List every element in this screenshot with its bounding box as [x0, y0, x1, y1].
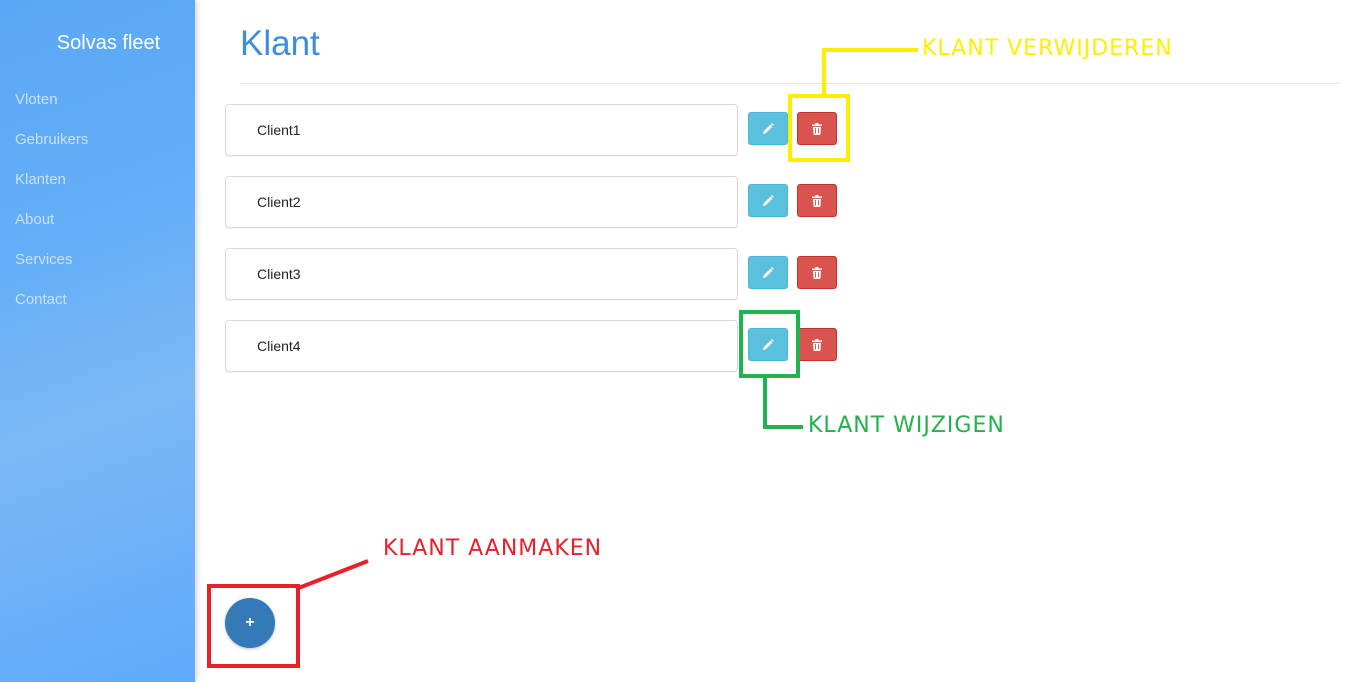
create-annotation-line: [295, 559, 369, 591]
edit-client-button[interactable]: [748, 112, 788, 145]
client-name-field: Client2: [225, 176, 738, 228]
client-name: Client2: [257, 194, 301, 210]
page-title: Klant: [240, 24, 320, 63]
pencil-icon: [763, 266, 774, 278]
delete-annotation-box: [788, 94, 850, 162]
sidebar-item-vloten[interactable]: Vloten: [15, 90, 88, 130]
pencil-icon: [763, 122, 774, 134]
client-name: Client3: [257, 266, 301, 282]
client-name-field: Client4: [225, 320, 738, 372]
delete-annotation-line: [822, 48, 918, 52]
edit-client-button[interactable]: [748, 256, 788, 289]
sidebar-item-klanten[interactable]: Klanten: [15, 170, 88, 210]
create-annotation-box: [207, 584, 300, 668]
pencil-icon: [763, 194, 774, 206]
sidebar-item-services[interactable]: Services: [15, 250, 88, 290]
delete-client-button[interactable]: [797, 256, 837, 289]
edit-annotation-label: KLANT WIJZIGEN: [808, 413, 1005, 438]
edit-annotation-box: [739, 310, 800, 378]
client-name-field: Client3: [225, 248, 738, 300]
delete-client-button[interactable]: [797, 328, 837, 361]
client-name: Client1: [257, 122, 301, 138]
create-annotation-label: KLANT AANMAKEN: [383, 536, 603, 561]
sidebar-item-gebruikers[interactable]: Gebruikers: [15, 130, 88, 170]
delete-client-button[interactable]: [797, 184, 837, 217]
title-divider: [240, 83, 1340, 84]
client-name-field: Client1: [225, 104, 738, 156]
trash-icon: [812, 194, 822, 207]
trash-icon: [812, 338, 822, 351]
delete-annotation-label: KLANT VERWIJDEREN: [922, 36, 1173, 61]
edit-annotation-line: [763, 376, 767, 429]
edit-annotation-line: [763, 425, 803, 429]
delete-annotation-line: [822, 48, 826, 96]
sidebar-nav: Vloten Gebruikers Klanten About Services…: [15, 90, 88, 330]
sidebar: Solvas fleet Vloten Gebruikers Klanten A…: [0, 0, 195, 682]
sidebar-item-contact[interactable]: Contact: [15, 290, 88, 330]
edit-client-button[interactable]: [748, 184, 788, 217]
client-name: Client4: [257, 338, 301, 354]
trash-icon: [812, 266, 822, 279]
brand-title[interactable]: Solvas fleet: [0, 32, 217, 55]
sidebar-item-about[interactable]: About: [15, 210, 88, 250]
